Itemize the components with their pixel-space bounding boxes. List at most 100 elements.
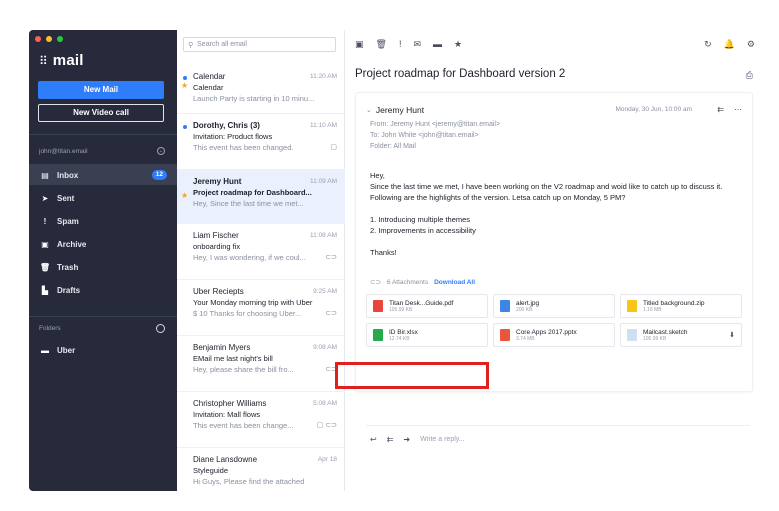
search-icon: ⚲ [188, 41, 194, 49]
mark-unread-icon[interactable]: ✉ [413, 39, 421, 50]
archive-icon: ▣ [41, 239, 49, 249]
attachment-name: ID Bir.xlsx [389, 328, 418, 336]
attachment-item[interactable]: alert.jpg 200 KB [493, 294, 615, 318]
star-icon[interactable]: ★ [454, 39, 462, 50]
star-icon[interactable]: ★ [181, 191, 188, 200]
minimize-window-dot[interactable] [46, 36, 52, 42]
message-list: ⚲ Search all email ★ Calendar 11:20 AM Cale… [177, 30, 345, 491]
attachment-item[interactable]: Titled background.zip 1.16 MB [620, 294, 742, 318]
star-icon[interactable]: ★ [181, 81, 188, 90]
sidebar-item-label: Drafts [57, 285, 81, 295]
reply-divider [366, 425, 750, 426]
message-list-item[interactable]: ★ Calendar 11:20 AM Calendar Launch Party is… [177, 65, 345, 114]
attachment-item[interactable]: Core Apps 2017.pptx 3.74 MB [493, 323, 615, 347]
message-list-item[interactable]: Christopher Williams 5:08 AM Invitation: M… [177, 392, 345, 448]
sidebar-item-spam[interactable]: ! Spam [29, 211, 177, 231]
chevron-down-icon[interactable]: ⌄ [157, 147, 165, 155]
refresh-icon[interactable]: ↻ [704, 39, 712, 50]
folder-line: Folder: All Mail [370, 143, 416, 150]
close-window-dot[interactable] [35, 36, 41, 42]
attachment-name: Core Apps 2017.pptx [516, 328, 577, 336]
email-actions: ⇇ ⋯ [717, 105, 742, 114]
message-list-item[interactable]: ★ Jeremy Hunt 11:09 AM Project roadmap for … [177, 170, 345, 224]
sidebar: ⠿ mail New Mail New Video call john@tita… [29, 30, 177, 491]
bell-icon[interactable]: 🔔 [724, 39, 735, 50]
file-icon [373, 329, 383, 341]
sidebar-item-trash[interactable]: 🗑 Trash [29, 257, 177, 277]
folders-label: Folders [39, 325, 61, 332]
message-list-item[interactable]: Liam Fischer 11:08 AM onboarding fix Hey, I… [177, 224, 345, 280]
move-folder-icon[interactable]: ▬ [433, 39, 442, 50]
from-line: From: Jeremy Hunt <jeremy@titan.email> [370, 121, 501, 128]
add-folder-icon[interactable] [156, 324, 165, 333]
account-selector[interactable]: john@titan.email ⌄ [39, 147, 165, 155]
window-controls [35, 36, 63, 42]
message-sender: Uber Reciepts [193, 287, 244, 296]
search-placeholder: Search all email [197, 41, 247, 48]
sidebar-item-inbox[interactable]: ▤ Inbox 12 [29, 165, 177, 185]
message-preview-row: Hi Guys, Please find the attached [193, 477, 337, 486]
message-indicator-icon: ⊂⊃ [325, 310, 337, 317]
attachment-item[interactable]: ID Bir.xlsx 12.74 KB [366, 323, 488, 347]
attachment-name: Mailcast.sketch [643, 328, 688, 336]
search-input[interactable]: ⚲ Search all email [183, 37, 336, 52]
message-list-item[interactable]: Dorothy, Chris (3) 11:10 AM Invitation: Pr… [177, 114, 345, 170]
sender-header[interactable]: ⌄ Jeremy Hunt [366, 105, 424, 115]
more-options-icon[interactable]: ⋯ [734, 105, 742, 114]
message-list-item[interactable]: Diane Lansdowne Apr 18 Styleguide Hi Guys, … [177, 448, 345, 491]
folder-icon: ▬ [41, 345, 49, 355]
reply-icon[interactable]: ↩ [370, 435, 377, 444]
reply-all-icon[interactable]: ⇇ [387, 435, 394, 444]
message-subject: Project roadmap for Dashboard... [193, 188, 312, 197]
trash-icon[interactable]: 🗑 [376, 39, 387, 50]
message-header-row: Dorothy, Chris (3) 11:10 AM [193, 121, 337, 130]
download-all-link[interactable]: Download All [434, 279, 475, 286]
attachment-info: Core Apps 2017.pptx 3.74 MB [516, 329, 577, 342]
message-subject: onboarding fix [193, 242, 241, 251]
message-subject: EMail me last night's bill [193, 354, 273, 363]
download-icon[interactable]: ⬇ [729, 331, 735, 339]
attachment-item[interactable]: Titan Desk...Guide.pdf 105.99 KB [366, 294, 488, 318]
message-preview: Hey, please share the bill fro... [193, 365, 294, 374]
forward-icon[interactable]: ➜ [403, 435, 410, 444]
attachment-item[interactable]: Mailcast.sketch 105.99 KB ⬇ [620, 323, 742, 347]
message-preview: Hey, I was wondering, if we coul... [193, 253, 306, 262]
grid-icon[interactable]: ⠿ [39, 54, 48, 68]
message-list-item[interactable]: Benjamin Myers 9:08 AM EMail me last night… [177, 336, 345, 392]
message-preview: This event has been change... [193, 421, 294, 430]
message-header-row: Liam Fischer 11:08 AM [193, 231, 337, 240]
attachment-icon: ⊂⊃ [370, 279, 381, 286]
folder-item-uber[interactable]: ▬ Uber [29, 340, 177, 360]
sidebar-item-label: Inbox [57, 170, 79, 180]
email-date: Monday, 30 Jun, 10:00 am [615, 106, 692, 113]
maximize-window-dot[interactable] [57, 36, 63, 42]
attachment-info: ID Bir.xlsx 12.74 KB [389, 329, 418, 342]
print-icon[interactable]: ⎙ [746, 70, 753, 81]
sidebar-item-archive[interactable]: ▣ Archive [29, 234, 177, 254]
sidebar-item-sent[interactable]: ➤ Sent [29, 188, 177, 208]
message-header-row: Uber Reciepts 9:25 AM [193, 287, 337, 296]
file-icon [627, 329, 637, 341]
message-preview-row: This event has been changed. ▢ [193, 143, 337, 152]
app-toolbar: ↻ 🔔 ⚙ [704, 39, 755, 50]
attachment-name: Titan Desk...Guide.pdf [389, 299, 454, 307]
message-subject: Styleguide [193, 466, 229, 475]
message-time: 11:09 AM [310, 178, 337, 185]
message-preview: Hi Guys, Please find the attached [193, 477, 305, 486]
message-time: 11:10 AM [310, 122, 337, 129]
new-video-call-button[interactable]: New Video call [38, 104, 164, 122]
account-email: john@titan.email [39, 147, 88, 155]
message-preview: Launch Party is starting in 10 minu... [193, 94, 315, 103]
chevron-down-icon[interactable]: ⌄ [366, 106, 372, 114]
message-list-item[interactable]: Uber Reciepts 9:25 AM Your Monday morning … [177, 280, 345, 336]
sidebar-item-drafts[interactable]: ▙ Drafts [29, 280, 177, 300]
reply-input[interactable]: Write a reply... [420, 436, 464, 443]
unread-dot-icon [183, 76, 187, 80]
archive-icon[interactable]: ▣ [355, 39, 364, 50]
reply-all-icon[interactable]: ⇇ [717, 105, 724, 114]
settings-icon[interactable]: ⚙ [747, 39, 755, 50]
unread-dot-icon [183, 125, 187, 129]
email-card: ⌄ Jeremy Hunt Monday, 30 Jun, 10:00 am ⇇… [355, 92, 753, 444]
spam-icon[interactable]: ! [399, 39, 402, 50]
new-mail-button[interactable]: New Mail [38, 81, 164, 99]
